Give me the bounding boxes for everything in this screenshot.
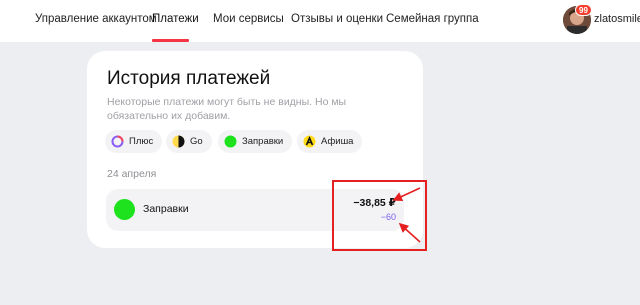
afisha-icon [303, 135, 316, 148]
payment-merchant: Заправки [143, 203, 189, 215]
filter-chip-go[interactable]: Go [166, 130, 212, 153]
filter-chip-afisha[interactable]: Афиша [297, 130, 363, 153]
notification-badge: 99 [575, 4, 592, 16]
nav-tab-account-management[interactable]: Управление аккаунтом [35, 13, 157, 25]
filter-chip-plus[interactable]: Плюс [105, 130, 163, 153]
payment-amount: −38,85 ₽ [353, 197, 396, 209]
nav-tab-family-group[interactable]: Семейная группа [386, 13, 479, 25]
fuel-icon [114, 199, 135, 220]
payment-history-card: История платежей Некоторые платежи могут… [87, 51, 423, 248]
fuel-icon [224, 135, 237, 148]
username[interactable]: zlatosmile [594, 13, 640, 25]
payment-points: −60 [380, 212, 396, 222]
active-tab-indicator [152, 39, 189, 42]
payment-row[interactable]: Заправки −38,85 ₽ −60 [106, 189, 404, 231]
date-group-label: 24 апреля [107, 168, 157, 180]
filter-chip-label: Go [190, 136, 203, 147]
filter-chip-label: Афиша [321, 136, 354, 147]
filter-chip-fuel[interactable]: Заправки [218, 130, 293, 153]
filter-chip-label: Заправки [242, 136, 284, 147]
top-navigation-bar: Управление аккаунтом Платежи Мои сервисы… [0, 0, 640, 42]
filter-chip-label: Плюс [129, 136, 154, 147]
nav-tab-payments[interactable]: Платежи [152, 13, 199, 25]
page-title: История платежей [107, 68, 271, 89]
plus-icon [111, 135, 124, 148]
history-notice: Некоторые платежи могут быть не видны. Н… [107, 96, 347, 122]
nav-tab-reviews[interactable]: Отзывы и оценки [291, 13, 383, 25]
go-icon [172, 135, 185, 148]
nav-tab-my-services[interactable]: Мои сервисы [213, 13, 284, 25]
